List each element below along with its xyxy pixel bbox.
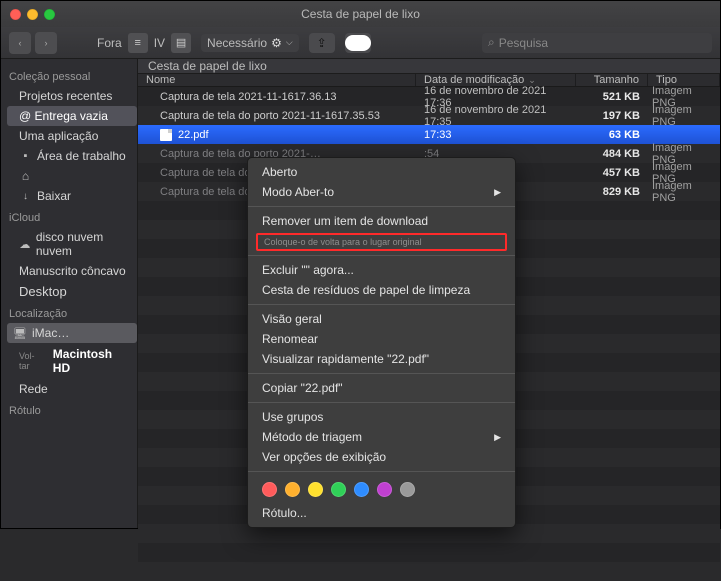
empty-row: [138, 543, 720, 562]
back-button[interactable]: ‹: [9, 32, 31, 54]
sidebar-item-documents[interactable]: Manuscrito côncavo: [7, 261, 137, 281]
file-size: 457 KB: [576, 167, 648, 179]
house-icon: ⌂: [19, 169, 32, 183]
menu-show-view-opts[interactable]: Ver opções de exibição: [248, 447, 515, 467]
menu-use-groups[interactable]: Use grupos: [248, 407, 515, 427]
view-column-button[interactable]: ▤: [171, 33, 191, 53]
sidebar-item-home[interactable]: ⌂: [7, 166, 137, 186]
menu-remove-download[interactable]: Remover um item de download: [248, 211, 515, 231]
sidebar-item-app[interactable]: Uma aplicação: [7, 126, 137, 146]
tag-purple[interactable]: [377, 482, 392, 497]
path-bar: Cesta de papel de lixo: [138, 59, 720, 74]
chevron-left-icon: ‹: [19, 38, 22, 48]
file-size: 829 KB: [576, 186, 648, 198]
col-name[interactable]: Nome: [138, 74, 416, 86]
sidebar-item-this-mac[interactable]: 🖥 iMac…: [7, 323, 137, 343]
tag-orange[interactable]: [285, 482, 300, 497]
titlebar: Cesta de papel de lixo: [1, 1, 720, 27]
group-dropdown[interactable]: Necessário ⚙ ⌵: [201, 34, 299, 52]
download-icon: ↓: [19, 191, 32, 202]
col-size[interactable]: Tamanho: [576, 74, 648, 86]
gear-icon: ⚙: [271, 36, 282, 50]
sidebar-item-return[interactable]: Vol-tar Macintosh HD: [7, 343, 137, 379]
menu-tags: [248, 476, 515, 503]
file-row[interactable]: 22.pdf 17:3363 KB: [138, 125, 720, 144]
sidebar-section-label: Rótulo: [9, 405, 137, 417]
square-icon: ▪: [19, 150, 32, 162]
dropdown-label: Necessário: [207, 36, 267, 50]
context-menu: Aberto Modo Aber-to Remover um item de d…: [247, 157, 516, 528]
file-size: 521 KB: [576, 91, 648, 103]
file-kind: Imagem PNG: [648, 104, 720, 128]
tag-green[interactable]: [331, 482, 346, 497]
menu-open[interactable]: Aberto: [248, 162, 515, 182]
tag-blue[interactable]: [354, 482, 369, 497]
sidebar-section-icloud: iCloud: [9, 212, 137, 224]
menu-empty-trash[interactable]: Cesta de resíduos de papel de limpeza: [248, 280, 515, 300]
view-label-left: Fora: [97, 36, 122, 50]
search-placeholder: Pesquisa: [499, 36, 548, 50]
view-list-button[interactable]: ≡: [128, 33, 148, 53]
sidebar-section-collection: Coleção pessoal: [9, 71, 137, 83]
menu-delete-now[interactable]: Excluir "" agora...: [248, 260, 515, 280]
list-icon: ≡: [134, 37, 140, 49]
file-size: 197 KB: [576, 110, 648, 122]
chevron-down-icon: ⌵: [286, 37, 293, 48]
sidebar-item-desktop-area[interactable]: ▪Área de trabalho: [7, 146, 137, 166]
chevron-right-icon: ›: [45, 38, 48, 48]
tag-gray[interactable]: [400, 482, 415, 497]
tag-red[interactable]: [262, 482, 277, 497]
menu-put-back-highlighted[interactable]: Coloque-o de volta para o lugar original: [256, 233, 507, 251]
share-icon: ⇪: [317, 36, 327, 50]
search-field[interactable]: ⌕ Pesquisa: [482, 33, 712, 53]
sidebar-item-desktop[interactable]: Desktop: [7, 281, 137, 302]
file-size: 484 KB: [576, 148, 648, 160]
menu-label[interactable]: Rótulo...: [248, 503, 515, 523]
file-kind: Imagem PNG: [648, 180, 720, 204]
menu-overview[interactable]: Visão geral: [248, 309, 515, 329]
sidebar-item-icloud-drive[interactable]: ☁disco nuvem nuvem: [7, 227, 137, 261]
menu-rename[interactable]: Renomear: [248, 329, 515, 349]
empty-row: [138, 562, 720, 581]
columns-icon: ▤: [176, 36, 186, 49]
file-name: Captura de tela 2021-11-1617.36.13: [160, 91, 337, 103]
menu-quicklook[interactable]: Visualizar rapidamente "22.pdf": [248, 349, 515, 369]
file-date: 16 de novembro de 2021 17:35: [416, 104, 576, 128]
tag-icon: [345, 35, 371, 51]
file-row[interactable]: Captura de tela do porto 2021-11-1617.35…: [138, 106, 720, 125]
sidebar-item-recent[interactable]: Projetos recentes: [7, 86, 137, 106]
toolbar: ‹ › Fora ≡ IV ▤ Necessário ⚙ ⌵ ⇪ ⌕ Pesqu…: [1, 27, 720, 59]
sidebar-item-downloads[interactable]: ↓Baixar: [7, 186, 137, 206]
file-date: 17:33: [416, 129, 576, 141]
monitor-icon: 🖥: [13, 327, 26, 340]
cloud-icon: ☁: [19, 238, 31, 251]
pdf-file-icon: [160, 129, 172, 141]
sidebar-section-location: Localização: [9, 308, 137, 320]
menu-copy[interactable]: Copiar "22.pdf": [248, 378, 515, 398]
forward-button[interactable]: ›: [35, 32, 57, 54]
tag-yellow[interactable]: [308, 482, 323, 497]
view-mode-group: Fora ≡ IV ▤: [97, 33, 191, 53]
nav-group: ‹ ›: [9, 32, 57, 54]
search-icon: ⌕: [488, 35, 495, 50]
file-name: 22.pdf: [178, 129, 209, 141]
file-name: Captura de tela do porto 2021-11-1617.35…: [160, 110, 380, 122]
sidebar-item-network[interactable]: Rede: [7, 379, 137, 399]
view-label-right: IV: [154, 36, 165, 50]
share-button[interactable]: ⇪: [309, 33, 335, 53]
sidebar-item-delivery[interactable]: @ Entrega vazia: [7, 106, 137, 126]
sidebar: Coleção pessoal Projetos recentes @ Entr…: [1, 59, 138, 528]
menu-open-with[interactable]: Modo Aber-to: [248, 182, 515, 202]
file-size: 63 KB: [576, 129, 648, 141]
window-title: Cesta de papel de lixo: [1, 7, 720, 21]
macintosh-hd-label: Macintosh HD: [49, 346, 133, 376]
menu-sort[interactable]: Método de triagem: [248, 427, 515, 447]
tag-button[interactable]: [345, 33, 371, 53]
